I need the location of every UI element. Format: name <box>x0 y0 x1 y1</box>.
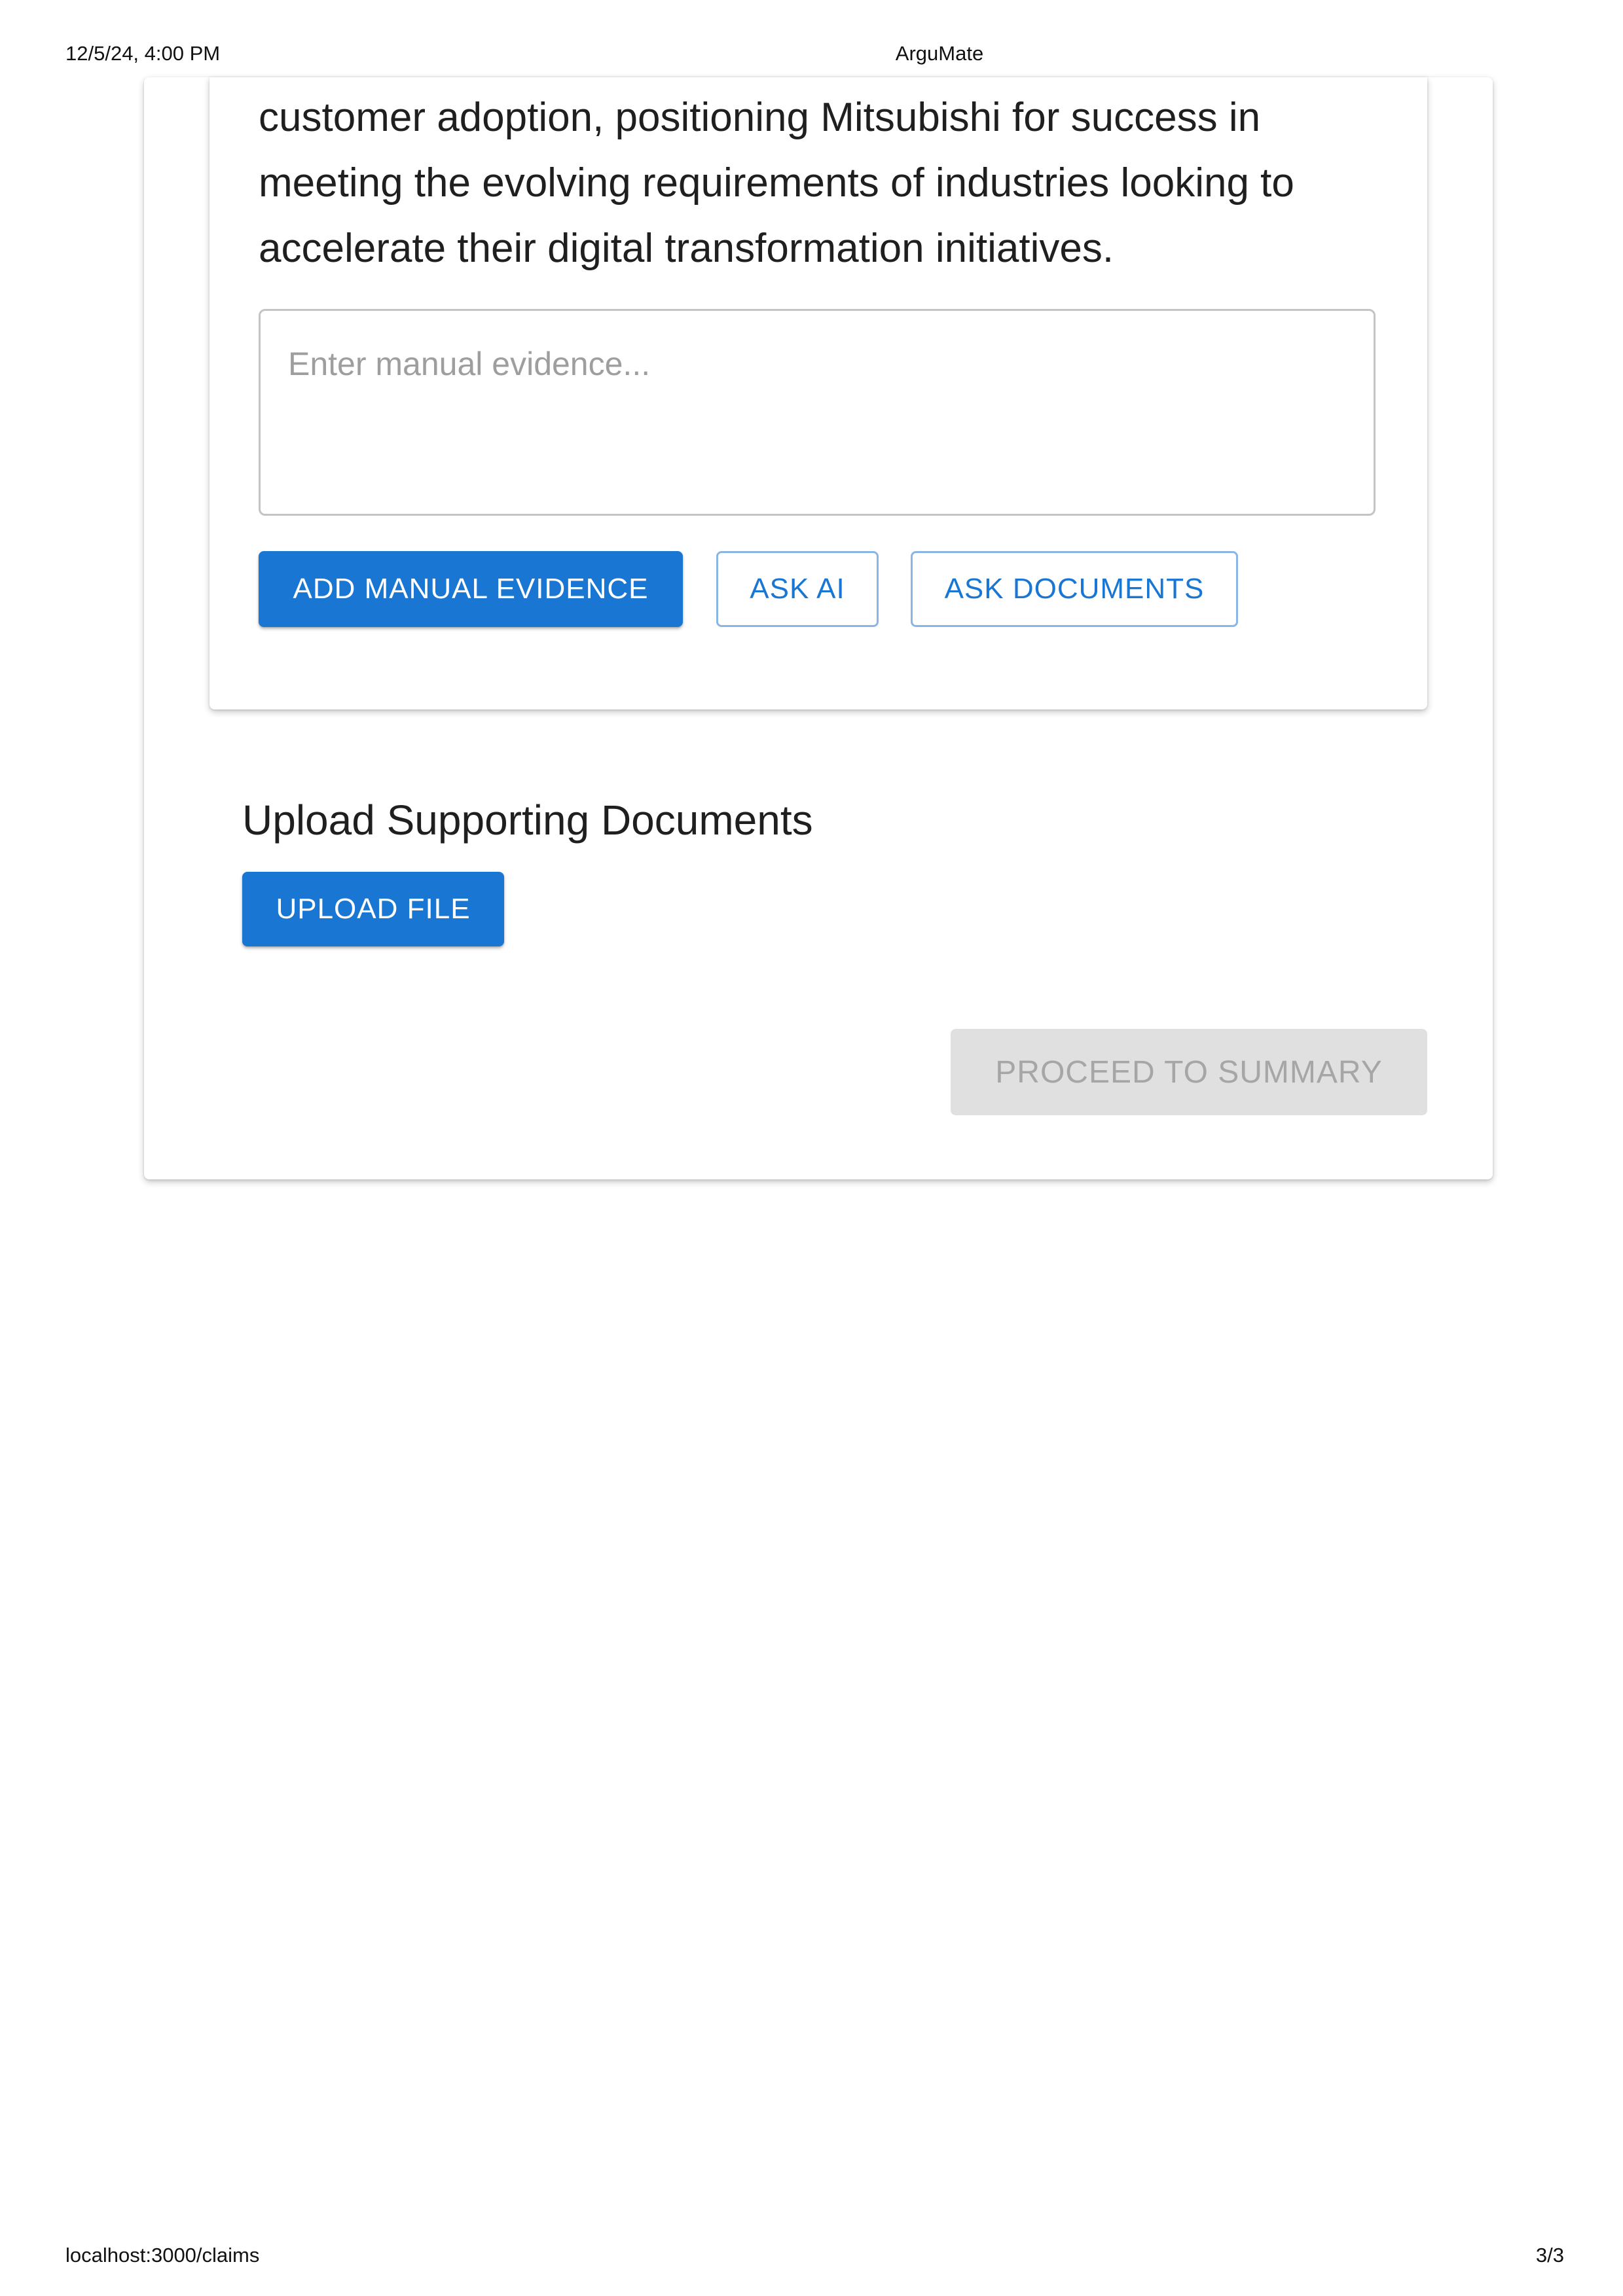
upload-section-heading: Upload Supporting Documents <box>242 797 813 844</box>
upload-file-button[interactable]: UPLOAD FILE <box>242 872 504 946</box>
proceed-to-summary-button[interactable]: PROCEED TO SUMMARY <box>951 1029 1427 1115</box>
print-page-number: 3/3 <box>1535 2244 1564 2267</box>
claim-card: customer adoption, positioning Mitsubish… <box>210 77 1427 709</box>
claims-card: customer adoption, positioning Mitsubish… <box>144 77 1493 1179</box>
ask-documents-button[interactable]: ASK DOCUMENTS <box>911 551 1238 627</box>
manual-evidence-input[interactable] <box>259 309 1376 516</box>
add-manual-evidence-button[interactable]: ADD MANUAL EVIDENCE <box>259 551 683 627</box>
print-page-title: ArguMate <box>895 42 984 65</box>
ask-ai-button[interactable]: ASK AI <box>716 551 879 627</box>
print-url: localhost:3000/claims <box>65 2244 260 2267</box>
claim-text: customer adoption, positioning Mitsubish… <box>259 95 1294 271</box>
